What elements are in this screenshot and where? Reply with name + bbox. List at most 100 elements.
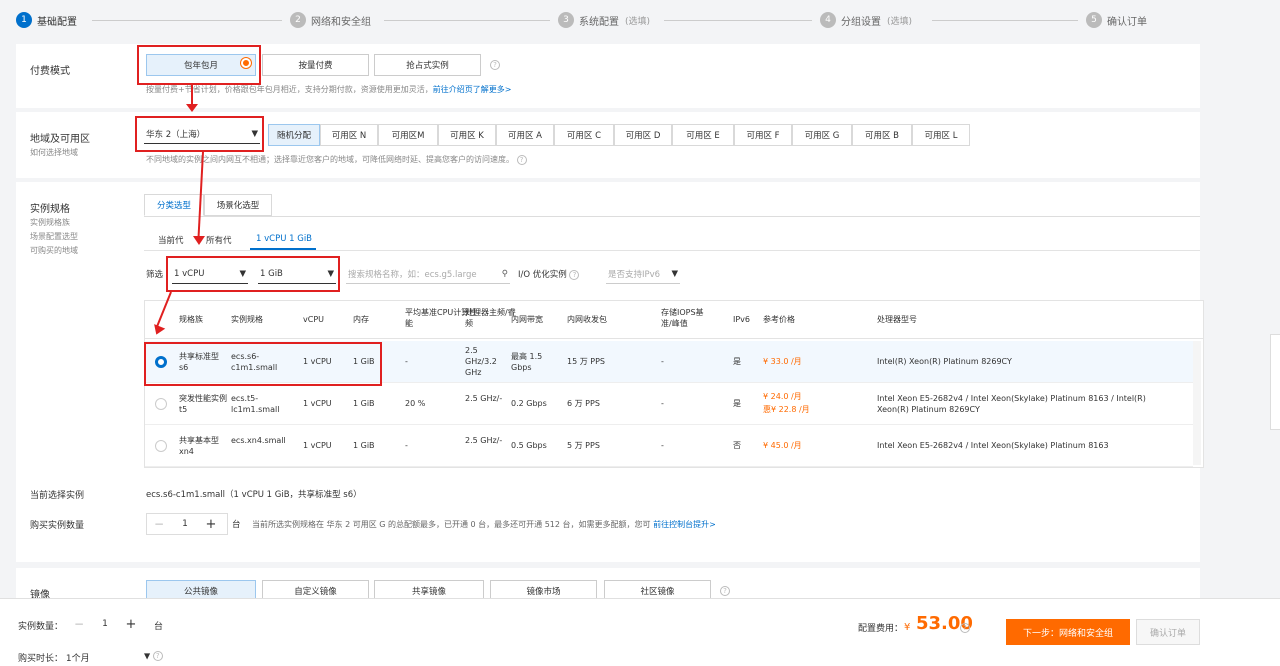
steps-bar: 1 基础配置 2 网络和安全组 3 系统配置 (选填) 4 分组设置 (选填) … [0,0,1280,40]
cell-pps: 5 万 PPS [567,441,600,450]
footer-count-stepper[interactable]: − 1 + [68,613,148,635]
billing-option-payg[interactable]: 按量付费 [262,54,369,76]
image-option-label: 社区镜像 [640,587,675,597]
quantity-value[interactable]: 1 [171,519,199,529]
search-icon[interactable]: ⚲ [502,269,508,279]
step-5[interactable]: 5 确认订单 [1086,0,1147,40]
region-select[interactable]: 华东 2（上海） ▼ [144,124,260,144]
increment-button[interactable]: + [199,517,223,532]
zone-tab[interactable]: 可用区 E [672,124,734,146]
quantity-stepper[interactable]: − 1 + [146,513,228,535]
footer-count-value[interactable]: 1 [90,619,120,629]
step-divider [92,20,282,21]
column-header[interactable]: 处理器型号 [877,314,967,325]
confirm-order-button[interactable]: 确认订单 [1136,619,1200,645]
duration-dropdown[interactable]: ▼ ? [144,651,163,661]
row-radio[interactable] [155,398,167,410]
help-icon[interactable]: ? [569,269,580,280]
next-step-button[interactable]: 下一步：网络和安全组 [1006,619,1130,645]
zone-tab[interactable]: 可用区M [378,124,438,146]
zone-tab-label: 可用区 N [331,131,367,141]
dropdown-arrow-icon: ▼ [327,268,334,279]
table-row[interactable]: 突发性能实例 t5 ecs.t5-lc1m1.small 1 vCPU 1 GiB 20… [145,383,1193,425]
help-icon[interactable]: ? [720,586,730,596]
vcpu-select[interactable]: 1 vCPU ▼ [172,264,248,284]
column-header[interactable]: 处理器主频/睿频 [465,307,517,329]
tab-category[interactable]: 分类选型 [144,194,204,216]
step-number: 5 [1086,12,1102,28]
step-number: 1 [16,12,32,28]
column-header[interactable]: 内网收发包 [567,314,657,325]
cell-spec: ecs.t5-lc1m1.small [231,394,280,414]
tab-scenario[interactable]: 场景化选型 [204,194,272,216]
region-panel: 地域及可用区 如何选择地域 华东 2（上海） ▼ 随机分配 可用区 N 可用区M 可用区… [16,112,1200,178]
help-icon[interactable]: ? [490,60,500,70]
cell-perf: - [405,357,408,366]
decrement-button[interactable]: − [68,617,90,631]
duration-value[interactable]: 1个月 [66,654,90,664]
subtab-current-gen[interactable]: 当前代 [158,234,184,246]
step-3[interactable]: 3 系统配置 (选填) [558,0,650,40]
table-row[interactable]: 共享标准型 s6 ecs.s6-c1m1.small 1 vCPU 1 GiB - 2.5… [145,341,1193,383]
cell-price: ¥ 33.0 /月 [763,357,802,366]
row-radio[interactable] [155,356,167,368]
search-placeholder: 搜索规格名称，如：ecs.g5.large [348,269,477,280]
row-radio[interactable] [155,440,167,452]
dropdown-arrow-icon: ▼ [239,268,246,279]
cell-discount-price: 惠¥ 22.8 /月 [763,405,810,414]
tab-divider [144,216,1200,217]
help-icon[interactable]: ? [152,651,163,661]
zone-tab[interactable]: 可用区 C [554,124,614,146]
billing-option-spot[interactable]: 抢占式实例 [374,54,481,76]
zone-tab[interactable]: 可用区 K [438,124,496,146]
memory-select[interactable]: 1 GiB ▼ [258,264,336,284]
billing-hint-text: 按量付费+节省计划，价格跟包年包月相近，支持分期付款，资源使用更加灵活， [146,85,433,94]
zone-tab[interactable]: 可用区 A [496,124,554,146]
annotation-arrowhead [186,104,198,112]
order-footer: 实例数量： − 1 + 台 购买时长： 1个月 ▼ ? 配置费用： ¥ 53.0… [0,598,1280,666]
step-2[interactable]: 2 网络和安全组 [290,0,371,40]
ipv6-select[interactable]: 是否支持IPv6 ▼ [606,264,680,284]
cell-iops: - [661,441,664,450]
spec-sub-family[interactable]: 实例规格族 [30,216,70,230]
billing-option-label: 按量付费 [298,61,333,71]
column-header[interactable]: 存储IOPS基准/峰值 [661,307,713,329]
step-1[interactable]: 1 基础配置 [16,0,77,40]
table-scrollbar[interactable] [1193,341,1201,465]
cell-ipv6: 是 [733,399,741,408]
spec-search-input[interactable]: 搜索规格名称，如：ecs.g5.large ⚲ [346,264,510,284]
cell-spec: ecs.s6-c1m1.small [231,352,278,372]
subtab-1vcpu-1gib[interactable]: 1 vCPU 1 GiB [256,234,312,244]
zone-tab[interactable]: 可用区 F [734,124,792,146]
zone-tab[interactable]: 可用区 N [320,124,378,146]
zone-tab[interactable]: 可用区 D [614,124,672,146]
decrement-button[interactable]: − [147,517,171,531]
spec-sub-regions[interactable]: 可购买的地域 [30,244,78,258]
region-help-link[interactable]: 如何选择地域 [30,146,78,160]
table-row[interactable]: 共享基本型 xn4 ecs.xn4.small 1 vCPU 1 GiB - 2.5 GH… [145,425,1193,467]
annotation-arrowhead [193,236,205,245]
zone-tab[interactable]: 可用区 B [852,124,912,146]
region-title: 地域及可用区 [30,134,90,145]
step-4[interactable]: 4 分组设置 (选填) [820,0,912,40]
zone-tab-label: 可用区 F [746,131,780,141]
image-option-label: 镜像市场 [526,587,561,597]
spec-sub-scenario[interactable]: 场景配置选型 [30,230,78,244]
increment-button[interactable]: + [120,617,142,632]
column-header[interactable]: 参考价格 [763,314,853,325]
zone-tab[interactable]: 随机分配 [268,124,320,146]
subtab-all-gen[interactable]: 所有代 [206,234,232,246]
quota-increase-link[interactable]: 前往控制台提升> [653,520,716,529]
billing-option-subscription[interactable]: 包年包月 [146,54,256,76]
floating-side-widget[interactable] [1270,334,1280,430]
cell-iops: - [661,357,664,366]
vcpu-value: 1 vCPU [174,268,205,279]
selected-dot-icon [241,58,251,68]
step-label: 网络和安全组 [311,16,371,28]
billing-learn-more-link[interactable]: 前往介绍页了解更多> [433,85,512,94]
help-icon[interactable]: ? [960,623,970,633]
help-icon[interactable]: ? [516,154,527,165]
zone-tab[interactable]: 可用区 L [912,124,970,146]
zone-tab[interactable]: 可用区 G [792,124,852,146]
cell-mem: 1 GiB [353,357,375,366]
